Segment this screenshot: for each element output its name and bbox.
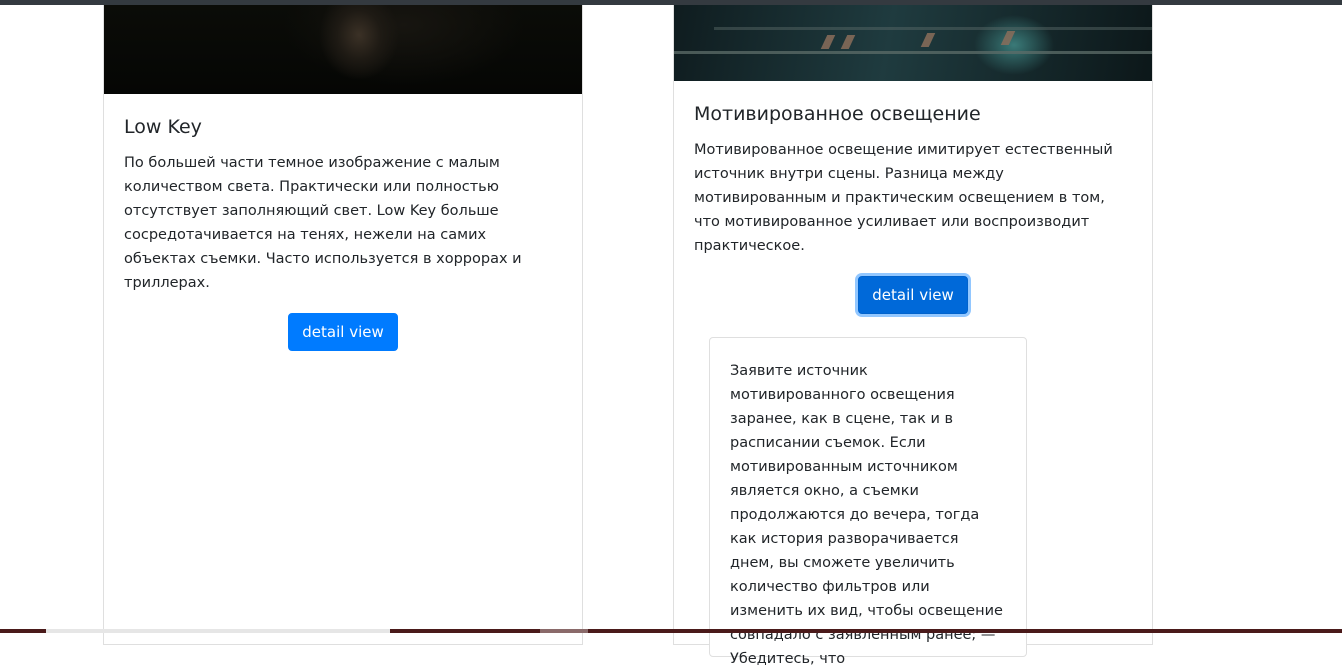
card-image (104, 5, 582, 94)
image-detail (1000, 31, 1016, 45)
card-title: Low Key (124, 116, 202, 138)
bottom-strip (0, 629, 1342, 633)
image-detail (820, 35, 836, 49)
image-detail (674, 51, 1152, 54)
image-detail (920, 33, 936, 47)
card-body: Low Key По большей части темное изображе… (124, 115, 562, 351)
detail-view-button[interactable]: detail view (288, 313, 398, 351)
bottom-strip-segment (540, 629, 588, 633)
image-detail (714, 27, 1152, 30)
detail-text: Заявите источник мотивированного освещен… (730, 363, 1003, 667)
card-image (674, 5, 1152, 81)
card-body: Мотивированное освещение Мотивированное … (694, 102, 1132, 314)
button-wrap: detail view (694, 276, 1132, 314)
card-low-key: Low Key По большей части темное изображе… (103, 5, 583, 645)
card-text: Мотивированное освещение имитирует естес… (694, 142, 1113, 254)
detail-view-button[interactable]: detail view (858, 276, 968, 314)
card-title: Мотивированное освещение (694, 103, 981, 125)
image-detail (840, 35, 856, 49)
button-wrap: detail view (124, 313, 562, 351)
card-text: По большей части темное изображение с ма… (124, 155, 522, 291)
card-motivated-lighting: Мотивированное освещение Мотивированное … (673, 5, 1153, 667)
detail-panel: Заявите источник мотивированного освещен… (709, 337, 1027, 667)
scrollbar-thumb[interactable] (46, 629, 390, 633)
